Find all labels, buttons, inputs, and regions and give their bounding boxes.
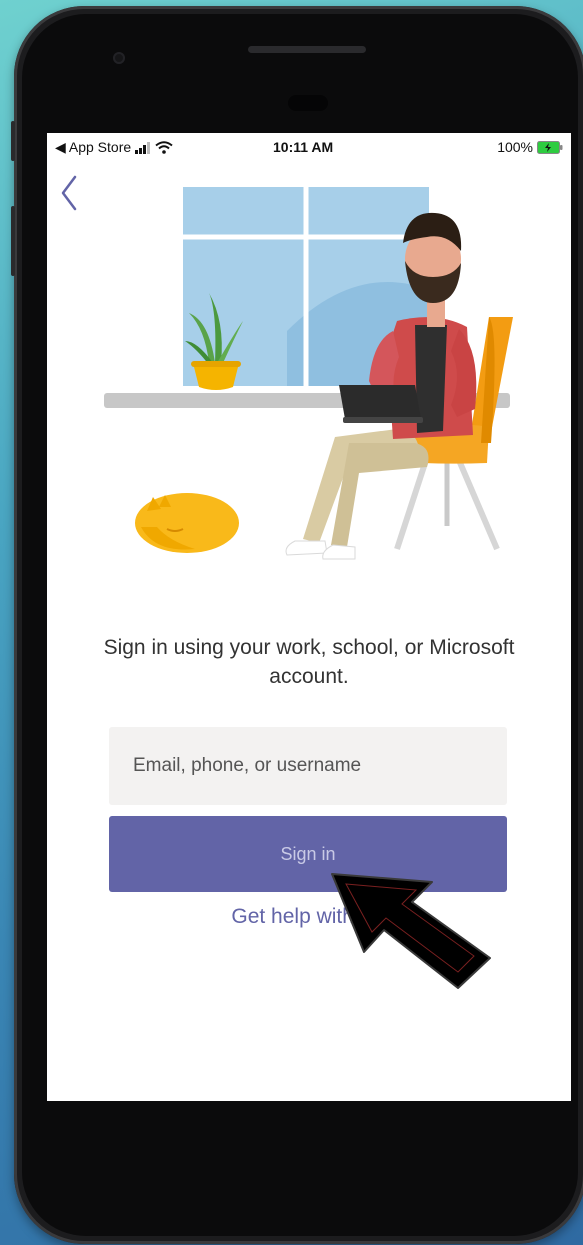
email-field[interactable] (109, 727, 507, 805)
signal-bars-icon (135, 141, 151, 154)
status-right: 100% (497, 139, 563, 155)
front-camera (113, 52, 125, 64)
battery-charging-icon (537, 140, 563, 154)
status-bar: ◀ App Store 10:11 AM 100% (47, 133, 571, 161)
volume-button (11, 206, 15, 276)
chevron-left-icon[interactable] (57, 173, 81, 213)
cat-graphic (135, 493, 239, 553)
back-to-app-link[interactable]: ◀ App Store (55, 139, 131, 156)
side-button (11, 121, 15, 161)
wifi-icon (155, 141, 173, 154)
arrow-pointer-icon (331, 873, 491, 989)
sign-in-illustration (104, 181, 513, 560)
sensor-pill (288, 95, 328, 111)
battery-percent: 100% (497, 139, 533, 155)
status-left: ◀ App Store (55, 139, 173, 156)
earpiece-speaker (248, 46, 366, 53)
sign-in-prompt: Sign in using your work, school, or Micr… (103, 636, 515, 688)
status-time: 10:11 AM (273, 139, 334, 155)
sign-in-button-label: Sign in (280, 843, 336, 864)
